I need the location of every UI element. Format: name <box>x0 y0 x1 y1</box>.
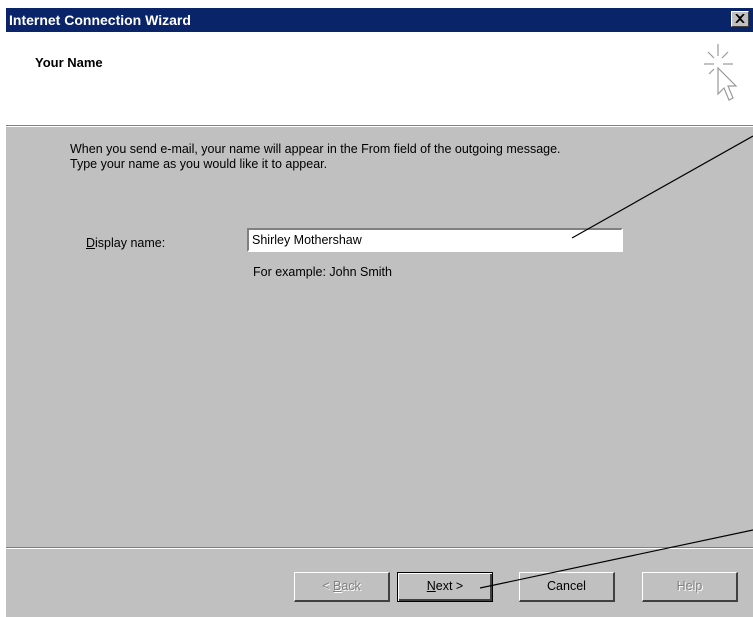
next-button[interactable]: Next > <box>397 572 493 602</box>
intro-text: When you send e-mail, your name will app… <box>70 142 710 172</box>
page-title: Your Name <box>35 55 103 70</box>
title-bar[interactable]: Internet Connection Wizard <box>6 8 753 32</box>
back-button[interactable]: < Back <box>294 572 390 602</box>
help-button-label: Help <box>676 579 703 593</box>
footer-divider-highlight <box>6 548 753 549</box>
intro-line-2: Type your name as you would like it to a… <box>70 157 328 171</box>
cancel-button[interactable]: Cancel <box>519 572 615 602</box>
next-button-accel: N <box>426 579 436 593</box>
back-button-rest: ack <box>341 579 361 593</box>
cancel-button-label: Cancel <box>547 579 586 593</box>
wizard-cursor-icon <box>704 44 738 101</box>
display-name-label-accel: D <box>86 236 96 250</box>
display-name-label: Display name: <box>86 236 165 250</box>
display-name-label-rest: isplay name: <box>95 236 166 250</box>
header-divider-highlight <box>6 126 753 127</box>
window-title: Internet Connection Wizard <box>9 12 191 28</box>
display-name-input[interactable] <box>247 228 623 252</box>
intro-line-1: When you send e-mail, your name will app… <box>70 142 561 156</box>
next-button-rest: ext > <box>435 579 464 593</box>
close-button[interactable] <box>731 11 749 27</box>
help-button[interactable]: Help <box>642 572 738 602</box>
example-text: For example: John Smith <box>253 265 392 279</box>
wizard-window: Internet Connection Wizard Your Name Whe… <box>5 7 753 617</box>
back-button-prefix: < <box>322 579 333 593</box>
close-icon <box>735 14 745 23</box>
wizard-header: Your Name <box>6 32 753 125</box>
